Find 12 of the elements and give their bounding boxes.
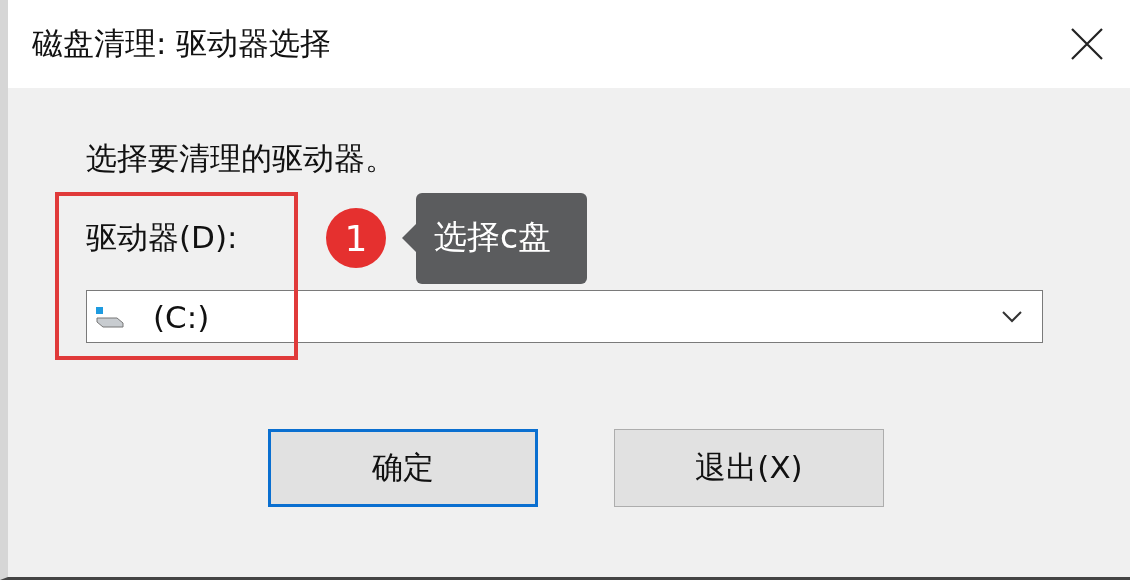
callout-tooltip: 选择c盘	[416, 192, 588, 284]
close-button[interactable]	[1070, 27, 1104, 61]
window-title: 磁盘清理: 驱动器选择	[32, 24, 332, 63]
drive-dropdown[interactable]: (C:)	[86, 290, 1043, 343]
dialog-button[interactable]: 确定	[268, 429, 538, 507]
dialog-button[interactable]: 退出(X)	[614, 429, 884, 507]
drive-icon	[95, 305, 125, 328]
caret-icon	[1002, 310, 1022, 323]
drive-label: 驱动器(D):	[86, 218, 239, 257]
instruction-text: 选择要清理的驱动器。	[86, 139, 397, 178]
callout-pointer	[402, 224, 416, 252]
step-badge: 1	[326, 208, 386, 268]
